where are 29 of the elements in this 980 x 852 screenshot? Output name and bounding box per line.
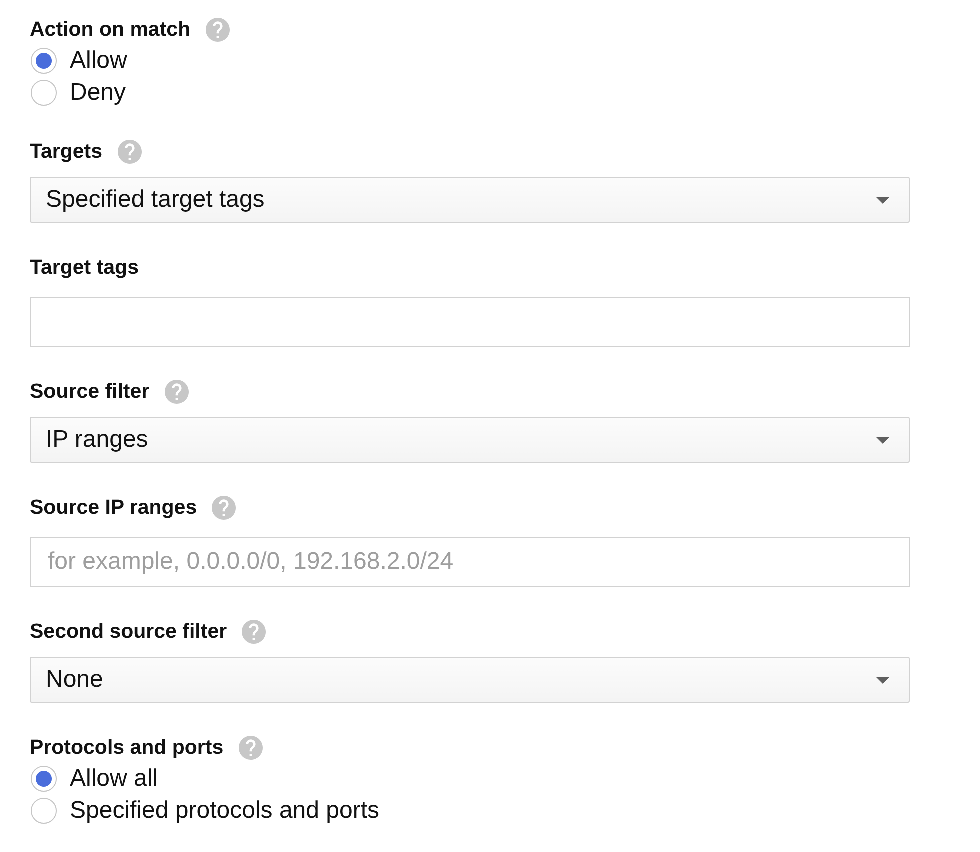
dropdown[interactable]: None — [30, 657, 910, 703]
radio-button[interactable] — [31, 798, 57, 824]
field-label: Source filter — [30, 380, 150, 404]
help-icon[interactable] — [164, 380, 189, 404]
field-label: Second source filter — [30, 620, 228, 644]
caret-icon — [876, 676, 890, 684]
dropdown[interactable]: IP ranges — [30, 417, 910, 463]
field-label: Protocols and ports — [30, 736, 224, 760]
field-label: Target tags — [30, 256, 139, 280]
help-icon[interactable] — [242, 620, 266, 644]
help-icon[interactable] — [212, 496, 236, 520]
field-label: Targets — [30, 140, 103, 164]
option-label[interactable]: Deny — [70, 77, 126, 109]
dropdown[interactable]: Specified target tags — [30, 177, 910, 223]
field-label: Action on match — [30, 18, 191, 42]
caret-icon — [876, 436, 890, 444]
radio-button[interactable] — [31, 766, 57, 792]
field-label: Source IP ranges — [30, 496, 198, 520]
radio-button[interactable] — [31, 80, 57, 106]
option-label[interactable]: Specified protocols and ports — [70, 795, 380, 827]
radio-button[interactable] — [31, 48, 57, 74]
input-field[interactable]: for example, 0.0.0.0/0, 192.168.2.0/24 — [30, 537, 910, 587]
caret-icon — [876, 196, 890, 204]
option-label[interactable]: Allow all — [70, 763, 158, 795]
help-icon[interactable] — [206, 18, 230, 42]
option-label[interactable]: Allow — [70, 45, 128, 77]
help-icon[interactable] — [238, 736, 263, 760]
help-icon[interactable] — [118, 140, 142, 164]
input-field[interactable] — [30, 297, 910, 347]
